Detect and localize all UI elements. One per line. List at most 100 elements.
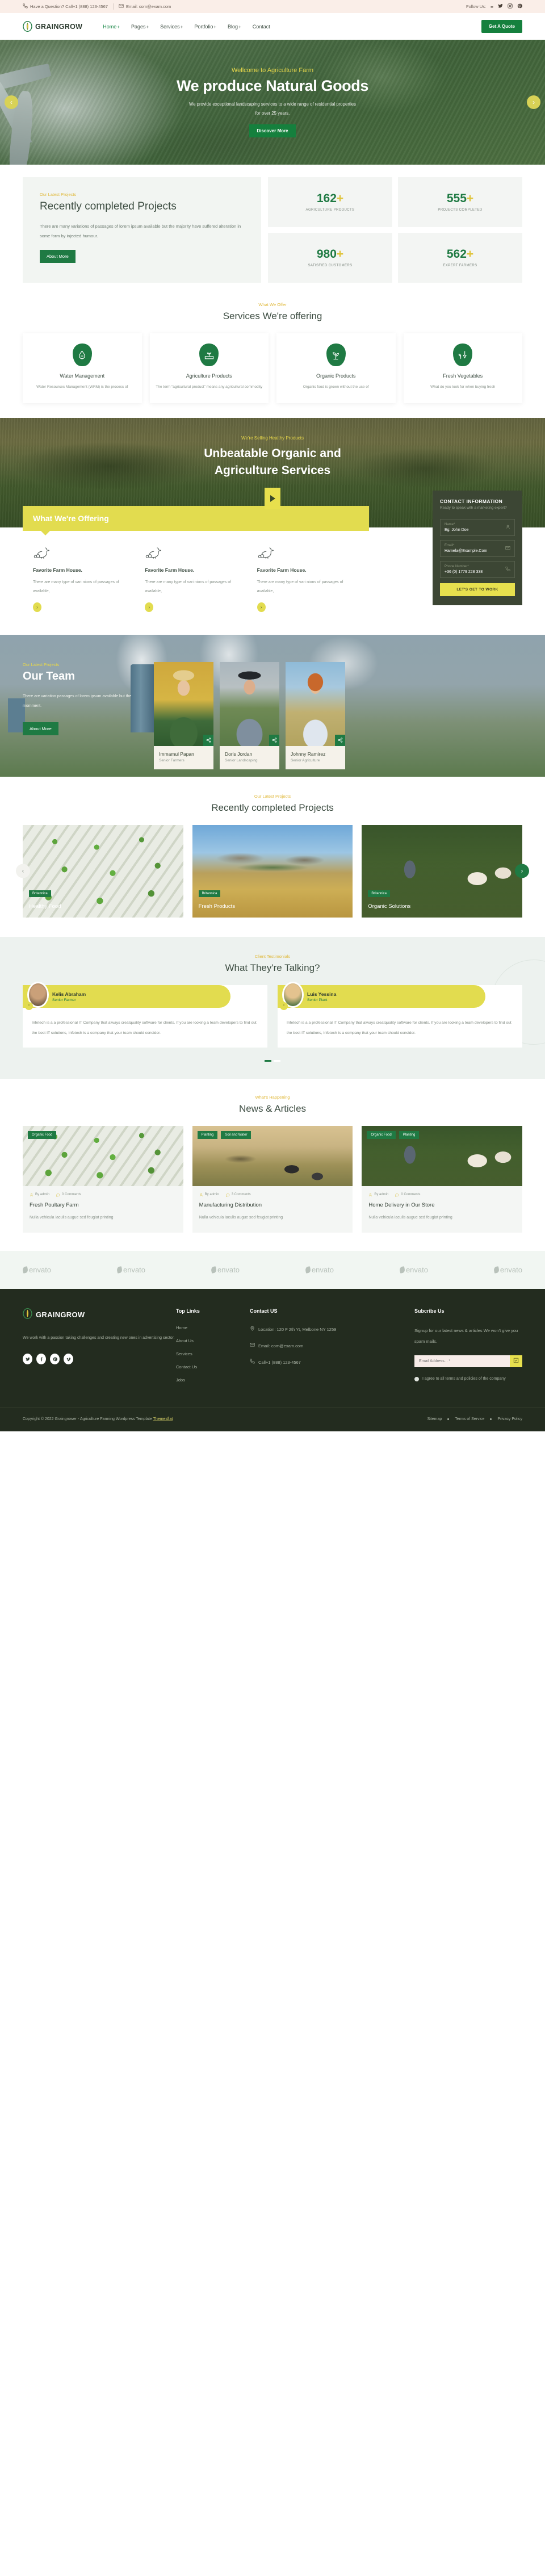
projects-next-button[interactable]: › bbox=[515, 864, 529, 878]
brand-logo-label: envato bbox=[123, 1265, 146, 1274]
nav-item-portfolio[interactable]: Portfolio+ bbox=[194, 24, 216, 30]
share-icon[interactable] bbox=[203, 734, 213, 746]
stats-eyebrow: Our Latest Projects bbox=[40, 192, 77, 197]
team-about-more-button[interactable]: About More bbox=[23, 722, 58, 736]
testimonials-pagination[interactable] bbox=[23, 1059, 522, 1062]
brand-logo-envato[interactable]: envato bbox=[210, 1266, 240, 1274]
offering-card[interactable]: Favorite Farm House. There are many type… bbox=[33, 544, 135, 612]
offering-card-arrow-button[interactable]: › bbox=[33, 602, 41, 612]
newsletter-email-input[interactable] bbox=[414, 1355, 510, 1367]
topbar-email[interactable]: Email: com@exam.com bbox=[119, 3, 171, 10]
services-grid: Water Management Water Resources Managem… bbox=[23, 333, 522, 403]
offering-card[interactable]: Favorite Farm House. There are many type… bbox=[257, 544, 359, 612]
brand-logo-envato[interactable]: envato bbox=[493, 1266, 522, 1274]
user-icon bbox=[368, 1193, 372, 1197]
nav-item-home[interactable]: Home+ bbox=[103, 24, 120, 30]
brand-logo-envato[interactable]: envato bbox=[399, 1265, 428, 1274]
pagination-dot-active[interactable] bbox=[265, 1059, 271, 1062]
project-card[interactable]: Britannica Organic Solutions bbox=[362, 824, 522, 918]
team-member-card[interactable]: Doris Jordan Senior Landscaping bbox=[220, 661, 279, 769]
news-card-title[interactable]: Fresh Poultary Farm bbox=[30, 1202, 177, 1208]
pagination-dot[interactable] bbox=[274, 1059, 280, 1062]
news-tag[interactable]: Organic Food bbox=[28, 1130, 57, 1139]
projects-prev-button[interactable]: ‹ bbox=[16, 864, 30, 878]
twitter-icon[interactable] bbox=[498, 3, 503, 10]
news-card-title[interactable]: Home Delivery in Our Store bbox=[368, 1202, 515, 1208]
instagram-icon[interactable] bbox=[508, 3, 513, 10]
footer-link-home[interactable]: Home bbox=[176, 1325, 250, 1330]
projects-grid: ‹ › Britannica Healthy Food Britannica F… bbox=[16, 824, 529, 918]
nav-item-pages[interactable]: Pages+ bbox=[131, 24, 149, 30]
name-field[interactable]: Name* Eg: John Doe bbox=[440, 518, 515, 536]
news-card[interactable]: Planting Soil and Water By admin 3 Comme… bbox=[192, 1125, 353, 1233]
service-card[interactable]: Water Management Water Resources Managem… bbox=[23, 333, 142, 403]
lets-get-to-work-button[interactable]: LET'S GET TO WORK bbox=[440, 583, 515, 596]
footer-email[interactable]: Email: com@exam.com bbox=[250, 1342, 369, 1350]
news-tag[interactable]: Soil and Water bbox=[221, 1130, 251, 1139]
twitter-icon[interactable] bbox=[23, 1354, 32, 1365]
service-card[interactable]: Organic Products Organic food is grown w… bbox=[276, 333, 396, 403]
brand-logo-envato[interactable]: envato bbox=[304, 1266, 334, 1274]
service-card[interactable]: Fresh Vegetables What do you look for wh… bbox=[403, 333, 522, 403]
newsletter-submit-button[interactable] bbox=[510, 1355, 522, 1367]
facebook-icon[interactable]: = bbox=[491, 4, 493, 10]
news-tag[interactable]: Organic Food bbox=[367, 1130, 396, 1139]
vimeo-icon[interactable] bbox=[64, 1354, 73, 1365]
footer-link-contact-us[interactable]: Contact Us bbox=[176, 1364, 250, 1369]
news-tag[interactable]: Planting bbox=[197, 1130, 218, 1139]
topbar-phone[interactable]: Have a Question? Call+1 (888) 123-4567 bbox=[23, 3, 108, 10]
offering-card-title: Favorite Farm House. bbox=[33, 567, 82, 573]
brand-logo-envato[interactable]: envato bbox=[116, 1265, 146, 1274]
footer-subscribe-column: Subcribe Us Signup for our latest news &… bbox=[414, 1308, 522, 1390]
copyright-text: Copyright © 2022 Graingrower - Agricultu… bbox=[23, 1417, 152, 1421]
play-video-button[interactable] bbox=[265, 487, 280, 509]
email-field[interactable]: Email* Hamela@Example.Com bbox=[440, 539, 515, 557]
hero-prev-button[interactable]: ‹ bbox=[5, 95, 18, 109]
project-card[interactable]: Britannica Healthy Food bbox=[23, 824, 183, 918]
offering-card[interactable]: Favorite Farm House. There are many type… bbox=[145, 544, 246, 612]
phone-field[interactable]: Phone Number* +36 (0) 1779 228 338 bbox=[440, 560, 515, 578]
offering-card-arrow-button[interactable]: › bbox=[145, 602, 154, 612]
brand-logo-link[interactable]: GRAINGROW bbox=[23, 21, 82, 32]
terms-of-service-link[interactable]: Terms of Service bbox=[455, 1417, 484, 1421]
offering-card-arrow-button[interactable]: › bbox=[257, 602, 266, 612]
email-field-label: Email* bbox=[445, 543, 455, 547]
brand-logo-envato[interactable]: envato bbox=[22, 1266, 51, 1274]
service-card[interactable]: Agriculture Products The term “agricultu… bbox=[149, 333, 269, 403]
themesflat-link[interactable]: Themesflat bbox=[153, 1417, 173, 1421]
pinterest-icon[interactable] bbox=[517, 3, 522, 10]
sitemap-link[interactable]: Sitemap bbox=[427, 1417, 442, 1421]
topbar-email-text: Email: com@exam.com bbox=[125, 4, 171, 9]
privacy-policy-link[interactable]: Privacy Policy bbox=[497, 1417, 522, 1421]
footer-link-about-us[interactable]: About Us bbox=[176, 1338, 250, 1343]
brand-logo-label: envato bbox=[405, 1265, 428, 1274]
team-member-card[interactable]: Johnny Ramirez Senior Agriculture bbox=[286, 661, 345, 769]
team-member-card[interactable]: Immamul Papan Senior Farmers bbox=[154, 661, 213, 769]
share-icon[interactable] bbox=[269, 734, 279, 746]
nav-item-blog[interactable]: Blog+ bbox=[228, 24, 241, 30]
news-card[interactable]: Organic Food Planting By admin 0 Comment… bbox=[362, 1125, 522, 1233]
facebook-icon[interactable] bbox=[36, 1354, 46, 1365]
project-card[interactable]: Britannica Fresh Products bbox=[192, 824, 353, 918]
news-card-title[interactable]: Manufacturing Distribution bbox=[199, 1202, 346, 1208]
news-card-description: Nulla vehicula iaculis augue sed feugiat… bbox=[368, 1215, 452, 1220]
pinterest-icon[interactable] bbox=[50, 1354, 60, 1365]
nav-item-contact[interactable]: Contact bbox=[253, 24, 270, 30]
get-a-quote-button[interactable]: Get A Quote bbox=[481, 20, 522, 33]
nav-item-services[interactable]: Services+ bbox=[160, 24, 183, 30]
footer-link-services[interactable]: Services bbox=[176, 1351, 250, 1356]
news-image: Planting Soil and Water bbox=[192, 1125, 353, 1186]
footer-link-jobs[interactable]: Jobs bbox=[176, 1377, 250, 1383]
news-tag[interactable]: Planting bbox=[399, 1130, 420, 1139]
news-card[interactable]: Organic Food By admin 0 Comments Fresh P… bbox=[23, 1125, 183, 1233]
about-more-button[interactable]: About More bbox=[40, 250, 76, 263]
footer-brand[interactable]: GRAINGROW bbox=[23, 1308, 176, 1322]
footer-phone[interactable]: Call+1 (888) 123-4567 bbox=[250, 1358, 369, 1367]
terms-agreement[interactable]: I agree to all terms and policies of the… bbox=[414, 1375, 522, 1383]
discover-more-button[interactable]: Discover More bbox=[249, 124, 296, 138]
share-icon[interactable] bbox=[335, 734, 345, 746]
team-section: Our Latest Projects Our Team There are v… bbox=[0, 634, 545, 777]
terms-checkbox[interactable] bbox=[414, 1376, 419, 1381]
video-title-line1: Unbeatable Organic and bbox=[204, 447, 341, 460]
hero-next-button[interactable]: › bbox=[527, 95, 540, 109]
